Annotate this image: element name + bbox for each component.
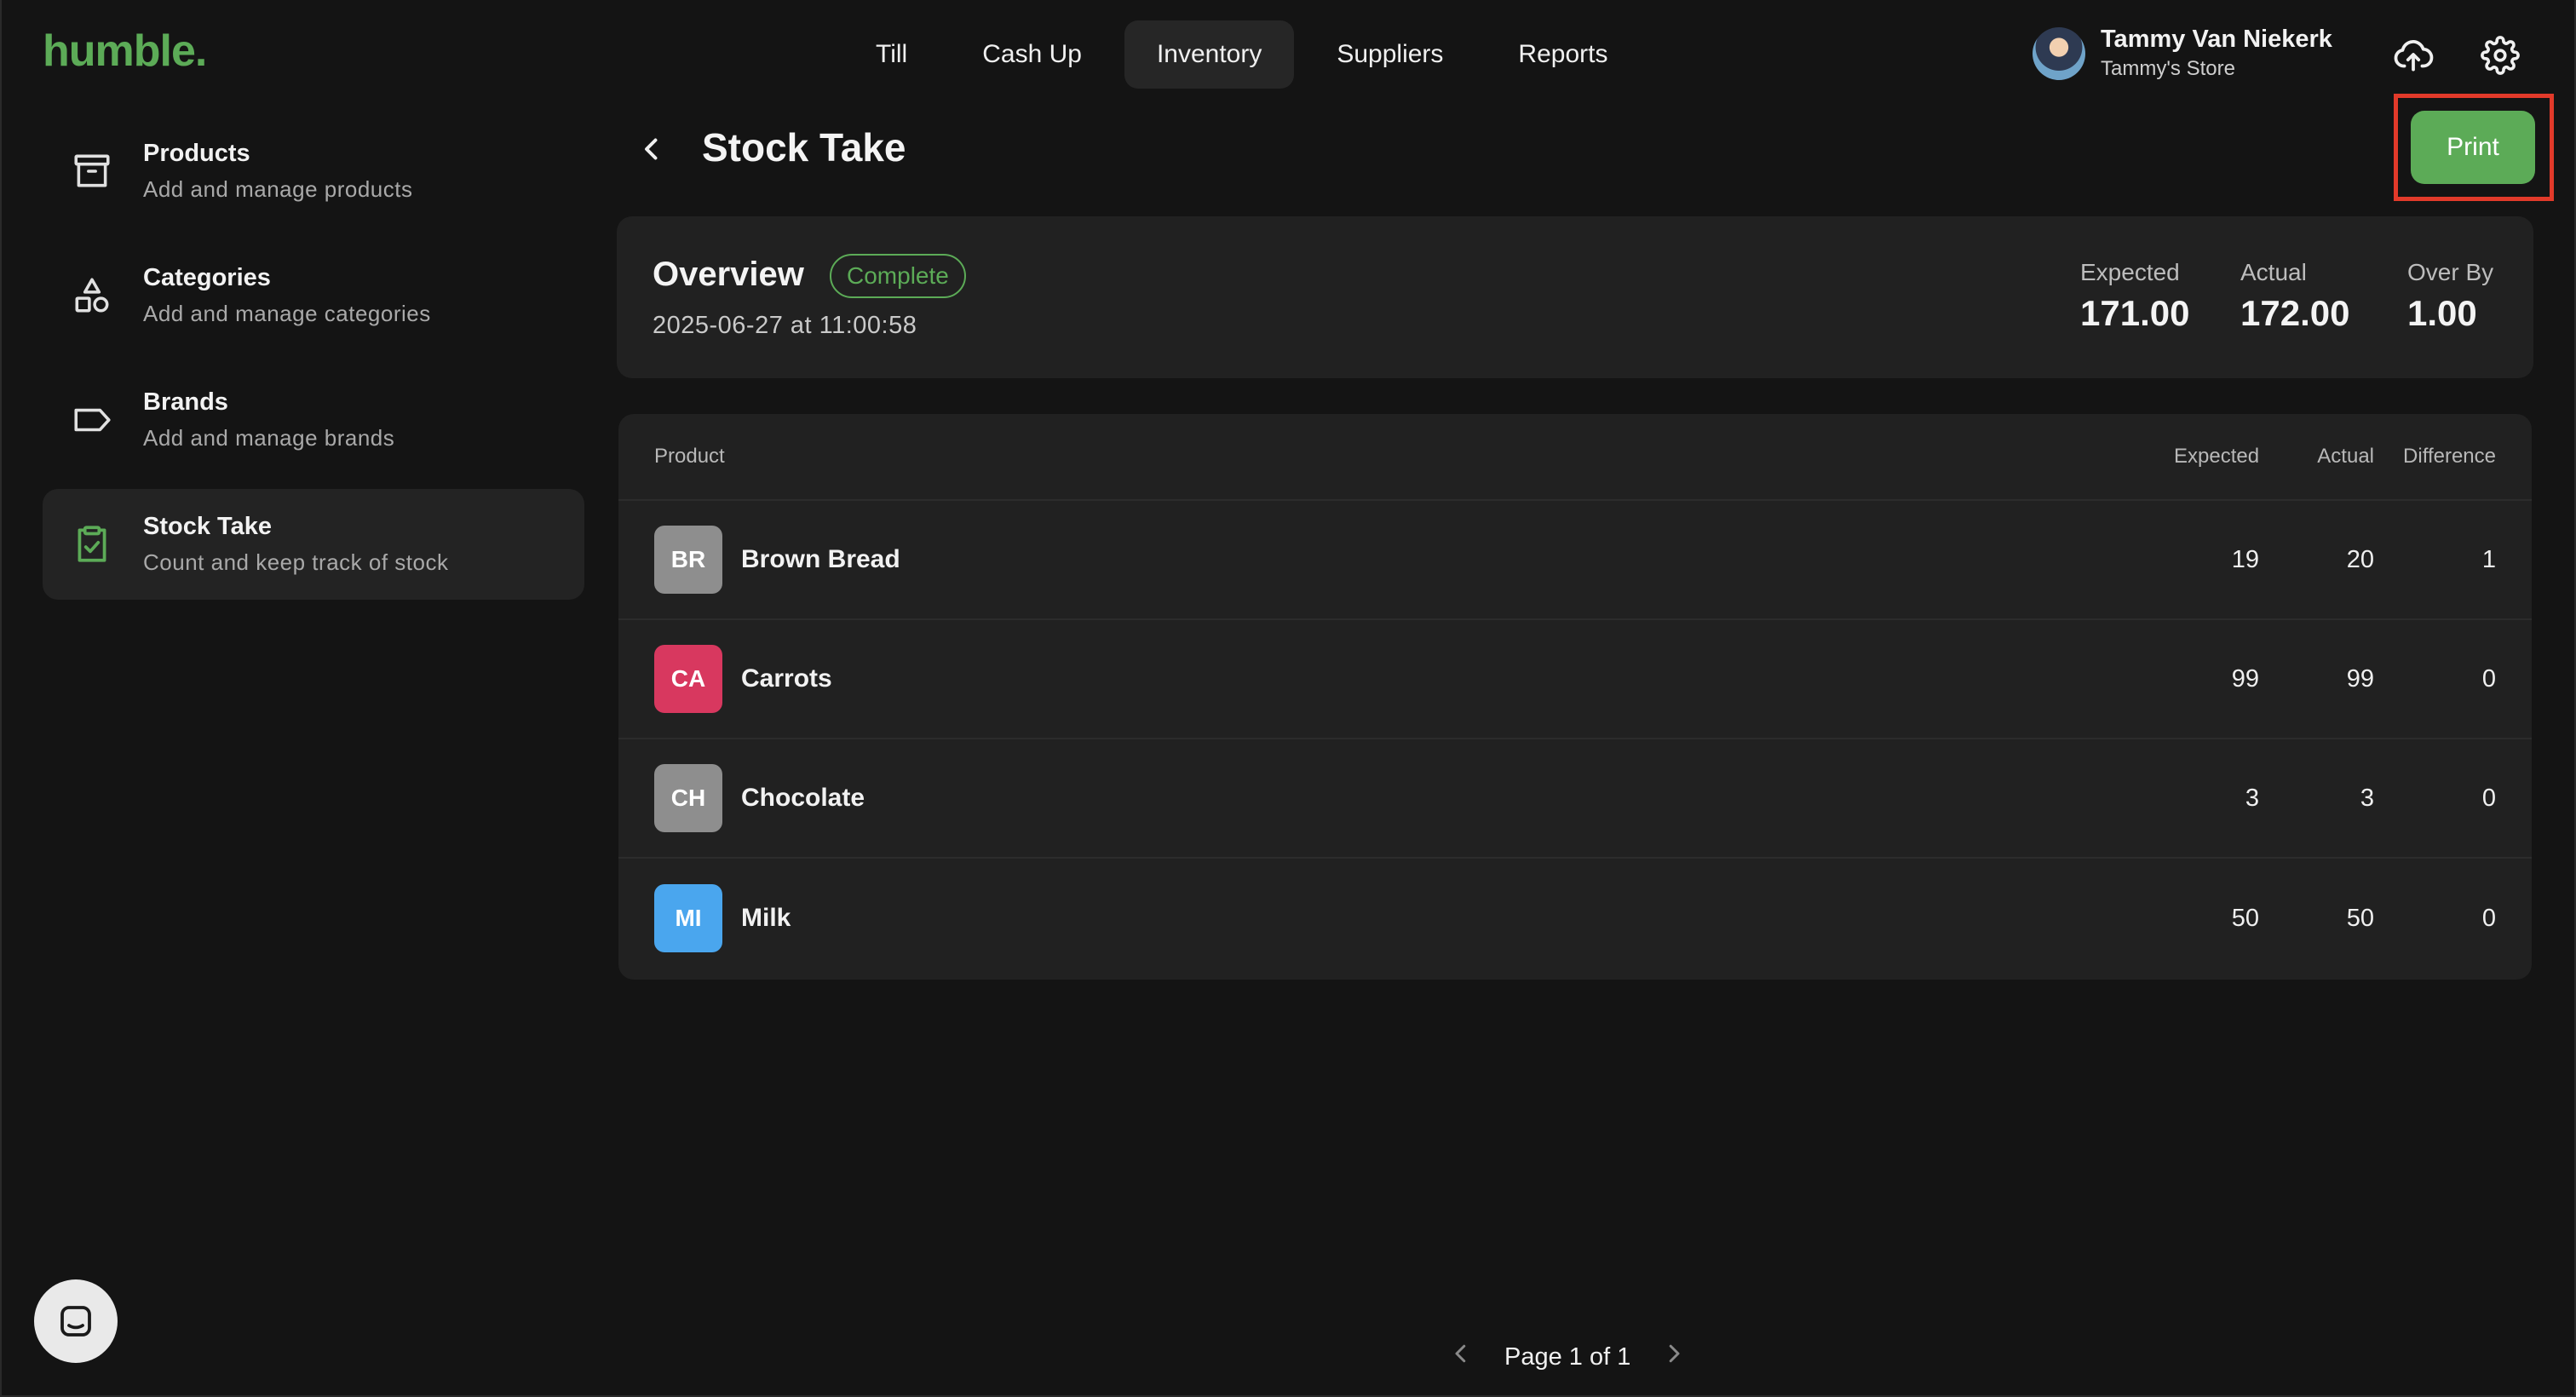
product-cell: CH Chocolate <box>618 764 2174 832</box>
chat-icon <box>60 1306 91 1337</box>
expected-cell: 99 <box>2231 664 2259 693</box>
product-cell: CA Carrots <box>618 645 2174 713</box>
pagination: Page 1 of 1 <box>1448 1341 1687 1373</box>
column-header-actual: Actual <box>2317 445 2374 468</box>
status-badge: Complete <box>830 254 966 298</box>
overview-date: 2025-06-27 at 11:00:58 <box>653 312 917 339</box>
sidebar-item-brands[interactable]: Brands Add and manage brands <box>43 365 584 475</box>
stat-value: 171.00 <box>2080 293 2190 333</box>
chevron-left-icon <box>645 138 658 160</box>
overview-card: Overview Complete 2025-06-27 at 11:00:58… <box>617 216 2533 378</box>
actual-cell: 3 <box>2360 784 2374 812</box>
gear-icon[interactable] <box>2479 34 2521 77</box>
column-header-expected: Expected <box>2174 445 2260 468</box>
difference-cell: 0 <box>2481 904 2496 932</box>
nav-item-cash-up[interactable]: Cash Up <box>950 20 1114 89</box>
stat-value: 172.00 <box>2240 293 2350 333</box>
table-row[interactable]: BR Brown Bread 19 20 1 <box>618 501 2532 620</box>
archive-box-icon <box>70 149 114 193</box>
nav-item-reports[interactable]: Reports <box>1486 20 1640 89</box>
sidebar-item-categories[interactable]: Categories Add and manage categories <box>43 240 584 351</box>
chat-launcher-button[interactable] <box>34 1279 118 1363</box>
user-info: Tammy Van Niekerk Tammy's Store <box>2101 26 2332 81</box>
sidebar-item-title: Products <box>143 140 250 167</box>
sidebar-item-stock-take[interactable]: Stock Take Count and keep track of stock <box>43 489 584 600</box>
sidebar-item-subtitle: Add and manage brands <box>143 425 395 451</box>
top-nav: Till Cash Up Inventory Suppliers Reports <box>843 20 1640 89</box>
difference-cell: 0 <box>2481 664 2496 693</box>
tag-icon <box>70 398 114 442</box>
next-page-button[interactable] <box>1661 1341 1687 1373</box>
sidebar: Products Add and manage products Categor… <box>43 116 584 613</box>
prev-page-button[interactable] <box>1448 1341 1474 1373</box>
difference-cell: 1 <box>2481 545 2496 573</box>
expected-cell: 50 <box>2231 904 2259 932</box>
table-row[interactable]: MI Milk 50 50 0 <box>618 859 2532 978</box>
shapes-icon <box>70 273 114 318</box>
difference-cell: 0 <box>2481 784 2496 812</box>
user-store: Tammy's Store <box>2101 57 2235 80</box>
stat-over-by: Over By 1.00 <box>2407 259 2493 334</box>
stat-label: Expected <box>2080 259 2180 285</box>
product-name: Chocolate <box>741 784 865 812</box>
column-header-product: Product <box>654 445 725 468</box>
product-thumbnail: CH <box>654 764 722 832</box>
product-cell: MI Milk <box>618 884 2174 952</box>
actual-cell: 99 <box>2346 664 2374 693</box>
actual-cell: 20 <box>2346 545 2374 573</box>
cloud-upload-icon[interactable] <box>2392 34 2435 77</box>
expected-cell: 19 <box>2231 545 2259 573</box>
product-thumbnail: BR <box>654 526 722 594</box>
sidebar-item-title: Brands <box>143 388 228 416</box>
clipboard-check-icon <box>70 522 114 566</box>
chevron-right-icon <box>1670 1344 1680 1363</box>
stat-expected: Expected 171.00 <box>2080 259 2189 334</box>
product-thumbnail: CA <box>654 645 722 713</box>
product-name: Carrots <box>741 664 832 693</box>
stock-table: Product Expected Actual Difference BR Br… <box>618 414 2532 980</box>
product-cell: BR Brown Bread <box>618 526 2174 594</box>
column-header-difference: Difference <box>2403 445 2496 468</box>
sidebar-item-products[interactable]: Products Add and manage products <box>43 116 584 227</box>
print-button[interactable]: Print <box>2411 111 2535 184</box>
user-profile[interactable]: Tammy Van Niekerk Tammy's Store <box>2033 26 2332 81</box>
chevron-left-icon <box>1455 1344 1466 1363</box>
product-name: Milk <box>741 904 791 932</box>
nav-item-till[interactable]: Till <box>843 20 940 89</box>
table-header: Product Expected Actual Difference <box>618 414 2532 501</box>
back-button[interactable] <box>630 128 673 170</box>
nav-item-inventory[interactable]: Inventory <box>1124 20 1295 89</box>
sidebar-item-title: Stock Take <box>143 513 272 540</box>
product-name: Brown Bread <box>741 545 900 573</box>
table-row[interactable]: CH Chocolate 3 3 0 <box>618 739 2532 859</box>
expected-cell: 3 <box>2245 784 2259 812</box>
sidebar-item-subtitle: Add and manage products <box>143 176 413 202</box>
app-logo: humble. <box>43 26 207 76</box>
sidebar-item-title: Categories <box>143 264 271 291</box>
page-title: Stock Take <box>702 125 906 170</box>
user-name: Tammy Van Niekerk <box>2101 26 2332 53</box>
stat-value: 1.00 <box>2407 293 2477 333</box>
nav-item-suppliers[interactable]: Suppliers <box>1304 20 1475 89</box>
avatar <box>2033 26 2085 80</box>
overview-title: Overview <box>653 256 804 293</box>
sidebar-item-subtitle: Add and manage categories <box>143 301 431 326</box>
stat-label: Actual <box>2240 259 2307 285</box>
sidebar-item-subtitle: Count and keep track of stock <box>143 549 449 575</box>
table-row[interactable]: CA Carrots 99 99 0 <box>618 620 2532 739</box>
stat-label: Over By <box>2407 259 2494 285</box>
page-indicator: Page 1 of 1 <box>1504 1342 1631 1371</box>
actual-cell: 50 <box>2346 904 2374 932</box>
product-thumbnail: MI <box>654 884 722 952</box>
stat-actual: Actual 172.00 <box>2240 259 2349 334</box>
